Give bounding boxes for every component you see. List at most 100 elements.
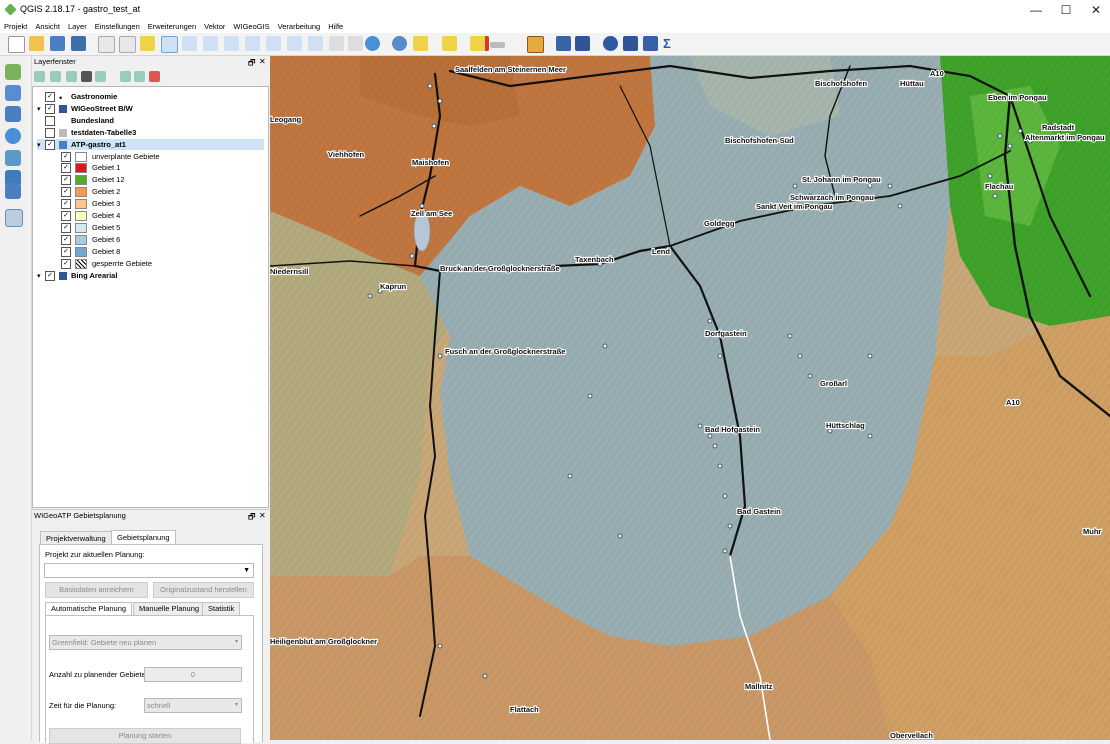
add-delimited-text-icon[interactable]	[5, 183, 21, 199]
minimize-button[interactable]: —	[1024, 2, 1048, 18]
layer-visibility-checkbox[interactable]: ✓	[45, 104, 55, 115]
expand-arrow-icon[interactable]: ▾	[37, 271, 45, 282]
zoom-layer-icon[interactable]	[266, 36, 281, 51]
layer-stack-2-icon[interactable]	[575, 36, 590, 51]
layer-row[interactable]: testdaten-Tabelle3	[37, 127, 136, 139]
refresh-icon[interactable]	[365, 36, 380, 51]
layers-icon[interactable]	[623, 36, 638, 51]
sum-icon[interactable]: Σ	[663, 36, 678, 51]
add-postgis-layer-icon[interactable]	[5, 106, 21, 122]
menu-hilfe[interactable]: Hilfe	[324, 20, 347, 33]
menu-projekt[interactable]: Projekt	[0, 20, 31, 33]
remove-layer-icon[interactable]	[149, 71, 160, 82]
select-features-icon[interactable]	[413, 36, 428, 51]
identify-icon[interactable]	[392, 36, 407, 51]
bookmark-icon[interactable]	[348, 36, 363, 51]
menu-wigeogis[interactable]: WIGeoGIS	[229, 20, 273, 33]
add-wms-layer-icon[interactable]	[5, 128, 21, 144]
layer-visibility-checkbox[interactable]: ✓	[61, 163, 71, 174]
zoom-in-icon[interactable]	[161, 36, 178, 53]
layer-visibility-checkbox[interactable]: ✓	[45, 92, 55, 103]
zoom-out-icon[interactable]	[182, 36, 197, 51]
open-project-icon[interactable]	[29, 36, 44, 51]
filter-expression-icon[interactable]	[95, 71, 106, 82]
layer-row[interactable]: ▾ ✓ Bing Arearial	[37, 270, 117, 282]
maximize-button[interactable]: ☐	[1054, 2, 1078, 18]
menu-ansicht[interactable]: Ansicht	[31, 20, 64, 33]
layer-visibility-checkbox[interactable]: ✓	[61, 175, 71, 186]
expand-arrow-icon[interactable]: ▾	[37, 140, 45, 151]
layer-row[interactable]: ✓ Gebiet 2	[61, 186, 120, 198]
pan-map-icon[interactable]	[119, 36, 136, 53]
planning-mode-select[interactable]: Greenfield: Gebiete neu planen ▾	[49, 635, 242, 650]
float-panel-icon[interactable]: 🗗	[248, 57, 256, 71]
area-count-input[interactable]: 0	[144, 667, 242, 682]
new-map-view-icon[interactable]	[329, 36, 344, 51]
add-raster-layer-icon[interactable]	[5, 85, 21, 101]
layer-visibility-checkbox[interactable]: ✓	[61, 211, 71, 222]
layer-row[interactable]: ✓ Gebiet 3	[61, 198, 120, 210]
shield-icon[interactable]	[643, 36, 658, 51]
zoom-last-icon[interactable]	[287, 36, 302, 51]
layer-row[interactable]: ✓ Gebiet 12	[61, 174, 125, 186]
enrich-data-button[interactable]: Basisdaten anreichern	[45, 582, 148, 598]
close-panel-icon[interactable]: ✕	[259, 511, 266, 520]
new-shapefile-icon[interactable]	[5, 209, 23, 227]
collapse-all-icon[interactable]	[134, 71, 145, 82]
layer-visibility-checkbox[interactable]: ✓	[61, 187, 71, 198]
add-group-icon[interactable]	[50, 71, 61, 82]
measure-icon[interactable]	[490, 42, 505, 48]
zoom-native-icon[interactable]	[203, 36, 218, 51]
layer-row[interactable]: ✓ Gebiet 8	[61, 246, 120, 258]
touch-zoom-icon[interactable]	[98, 36, 115, 53]
layer-row[interactable]: ▾ ✓ WIGeoStreet B/W	[37, 103, 133, 115]
map-tips-icon[interactable]	[527, 36, 544, 53]
layer-visibility-checkbox[interactable]: ✓	[61, 259, 71, 270]
new-project-icon[interactable]	[8, 36, 25, 53]
expand-all-icon[interactable]	[120, 71, 131, 82]
planning-time-select[interactable]: schnell ▾	[144, 698, 242, 713]
save-project-icon[interactable]	[50, 36, 65, 51]
restore-original-button[interactable]: Originalzustand herstellen	[153, 582, 254, 598]
zoom-full-icon[interactable]	[224, 36, 239, 51]
save-as-icon[interactable]	[71, 36, 86, 51]
layer-row[interactable]: ✓ • Gastronomie	[37, 91, 117, 103]
manage-themes-icon[interactable]	[66, 71, 77, 82]
map-canvas[interactable]: Saalfelden am Steinernen Meer Bischofshof…	[270, 56, 1110, 740]
subtab-manuelle-planung[interactable]: Manuelle Planung	[133, 602, 206, 616]
layer-visibility-checkbox[interactable]: ✓	[45, 140, 55, 151]
layer-visibility-checkbox[interactable]: ✓	[61, 223, 71, 234]
layer-visibility-checkbox[interactable]: ✓	[61, 199, 71, 210]
menu-erweiterungen[interactable]: Erweiterungen	[144, 20, 200, 33]
layer-row[interactable]: ✓ Gebiet 1	[61, 162, 120, 174]
expand-arrow-icon[interactable]: ▾	[37, 104, 45, 115]
pan-to-selection-icon[interactable]	[140, 36, 155, 51]
layer-visibility-checkbox[interactable]: ✓	[61, 235, 71, 246]
close-panel-icon[interactable]: ✕	[259, 57, 266, 66]
add-vector-layer-icon[interactable]	[5, 64, 21, 80]
menu-vektor[interactable]: Vektor	[200, 20, 229, 33]
layer-row[interactable]: ▾ ✓ ATP-gastro_at1	[37, 139, 264, 151]
filter-legend-icon[interactable]	[81, 71, 92, 82]
layer-row[interactable]: ✓ unverplante Gebiete	[61, 151, 160, 163]
search-icon[interactable]	[603, 36, 618, 51]
menu-layer[interactable]: Layer	[64, 20, 91, 33]
layer-visibility-checkbox[interactable]	[45, 116, 55, 127]
menu-einstellungen[interactable]: Einstellungen	[91, 20, 144, 33]
close-button[interactable]: ✕	[1084, 2, 1108, 18]
layer-row[interactable]: Bundesland	[37, 115, 114, 127]
layer-visibility-checkbox[interactable]	[45, 128, 55, 139]
subtab-statistik[interactable]: Statistik	[202, 602, 241, 616]
project-select[interactable]: ▼	[44, 563, 254, 578]
layer-stack-icon[interactable]	[556, 36, 571, 51]
select-by-value-icon[interactable]	[442, 36, 457, 51]
layer-row[interactable]: ✓ gesperrte Gebiete	[61, 258, 152, 270]
layer-row[interactable]: ✓ Gebiet 4	[61, 210, 120, 222]
add-wfs-layer-icon[interactable]	[5, 150, 21, 166]
subtab-automatische-planung[interactable]: Automatische Planung	[45, 602, 133, 616]
deselect-icon[interactable]	[470, 36, 489, 51]
layer-style-icon[interactable]	[34, 71, 45, 82]
zoom-selection-icon[interactable]	[245, 36, 260, 51]
layer-row[interactable]: ✓ Gebiet 5	[61, 222, 120, 234]
layer-visibility-checkbox[interactable]: ✓	[61, 152, 71, 163]
